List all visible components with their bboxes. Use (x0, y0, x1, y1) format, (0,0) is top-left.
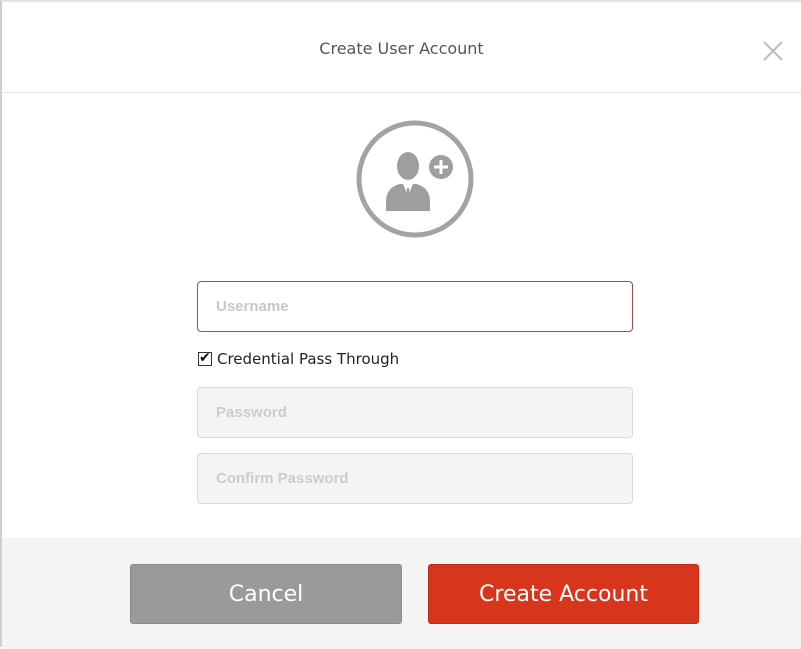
password-input[interactable] (197, 387, 633, 438)
cancel-button[interactable]: Cancel (130, 564, 402, 624)
create-user-dialog: Create User Account ✔ (0, 0, 801, 649)
add-user-icon (356, 120, 474, 238)
close-icon[interactable] (762, 40, 784, 62)
checkmark-icon: ✔ (199, 350, 211, 366)
checkbox-checked[interactable]: ✔ (198, 350, 212, 366)
credential-pass-through-label: Credential Pass Through (217, 350, 400, 368)
username-input[interactable] (197, 281, 633, 332)
dialog-title: Create User Account (319, 39, 484, 58)
confirm-password-input[interactable] (197, 453, 633, 504)
create-account-button[interactable]: Create Account (428, 564, 699, 624)
dialog-footer: Cancel Create Account (2, 538, 801, 649)
credential-pass-through-checkbox[interactable]: ✔ Credential Pass Through (198, 349, 399, 369)
dialog-header: Create User Account (2, 2, 801, 93)
